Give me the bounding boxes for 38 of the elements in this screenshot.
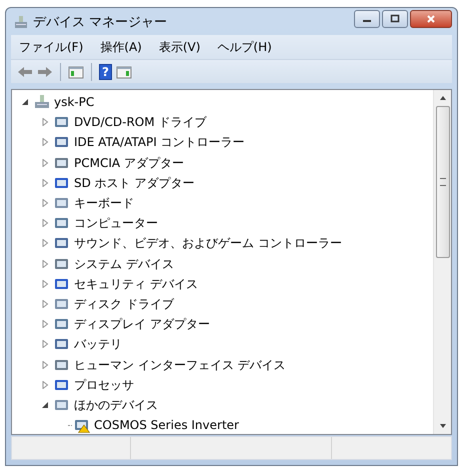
- expander-icon[interactable]: [21, 98, 29, 106]
- scroll-down-icon[interactable]: [438, 422, 446, 430]
- panel-icon[interactable]: [68, 64, 84, 80]
- computer-icon: [13, 14, 29, 30]
- tree-item[interactable]: キーボード: [74, 197, 134, 210]
- scrollbar-thumb[interactable]: [436, 106, 450, 258]
- tree-item[interactable]: ヒューマン インターフェイス デバイス: [74, 358, 286, 371]
- window-title: デバイス マネージャー: [33, 14, 168, 30]
- tree-item[interactable]: COSMOS Series Inverter: [94, 419, 239, 432]
- menu-item[interactable]: 表示(V): [158, 38, 200, 56]
- maximize-button[interactable]: [382, 10, 408, 28]
- tree-item[interactable]: PCMCIA アダプター: [74, 156, 184, 169]
- close-button[interactable]: [410, 10, 452, 28]
- menu-item[interactable]: ファイル(F): [19, 38, 84, 56]
- close-icon: [426, 14, 436, 24]
- tree-item[interactable]: バッテリ: [74, 338, 122, 350]
- tree-item[interactable]: ディスプレイ アダプター: [74, 318, 210, 330]
- tree-item[interactable]: プロセッサ: [74, 378, 134, 391]
- maximize-icon: [390, 14, 400, 24]
- tree-item[interactable]: セキュリティ デバイス: [74, 278, 198, 290]
- tree-item[interactable]: SD ホスト アダプター: [74, 176, 194, 189]
- scrollbar[interactable]: [433, 90, 451, 434]
- minimize-button[interactable]: [354, 10, 380, 28]
- panel-icon[interactable]: [116, 64, 132, 80]
- tree-item[interactable]: IDE ATA/ATAPI コントローラー: [74, 136, 245, 148]
- menu-item[interactable]: ヘルプ(H): [217, 38, 272, 56]
- tree-item[interactable]: サウンド、ビデオ、およびゲーム コントローラー: [74, 237, 342, 250]
- tree-item[interactable]: DVD/CD-ROM ドライブ: [74, 116, 206, 128]
- help-icon[interactable]: ?: [99, 64, 112, 80]
- tree-item[interactable]: システム デバイス: [74, 258, 174, 270]
- computer-icon: [34, 94, 50, 110]
- tree-item[interactable]: ysk-PC: [54, 96, 94, 108]
- tree-item[interactable]: コンピューター: [74, 217, 158, 230]
- menu-item[interactable]: 操作(A): [100, 38, 142, 56]
- scroll-up-icon[interactable]: [438, 94, 446, 102]
- tree-item[interactable]: ディスク ドライブ: [74, 298, 174, 310]
- tree-item[interactable]: ほかのデバイス: [74, 398, 158, 411]
- expander-icon[interactable]: [41, 400, 49, 409]
